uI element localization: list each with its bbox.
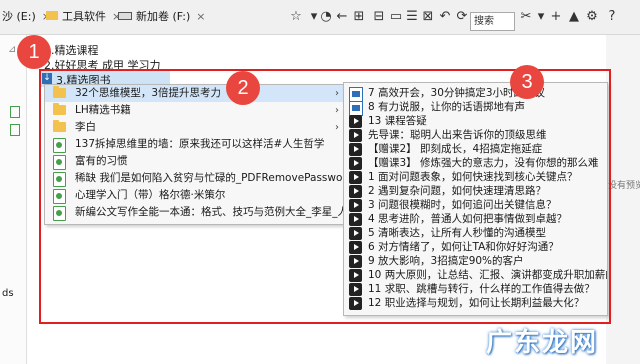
file-icon	[10, 124, 20, 136]
clock-icon[interactable]: ◔	[318, 9, 334, 25]
up-icon[interactable]: ▲	[566, 9, 582, 25]
tab-bar: 沙 (E:)× 工具软件× 新加卷 (F:)× ☆ ▾ ◔ ← ⊞ ⊟ ▭ ☰ …	[0, 0, 640, 35]
undo-icon[interactable]: ↶	[437, 9, 453, 25]
grid-view-icon[interactable]: ⊞	[351, 9, 367, 25]
tab-drive-e-label: 沙 (E:)	[2, 10, 36, 23]
back-icon[interactable]: ←	[334, 9, 350, 25]
left-panel: ds	[0, 35, 27, 364]
close-box-icon[interactable]: ⊠	[420, 9, 436, 25]
star-icon[interactable]: ☆	[288, 9, 304, 25]
folder-icon	[46, 11, 58, 20]
plus-icon[interactable]: +	[548, 9, 564, 25]
list-icon[interactable]: ☰	[404, 9, 420, 25]
help-icon[interactable]: ?	[604, 9, 620, 25]
annotation-badge-1: 1	[17, 35, 51, 69]
annotation-red-box	[39, 69, 611, 324]
tab-tools[interactable]: 工具软件 ×	[46, 7, 121, 27]
tree-item-courses[interactable]: 1.精选课程	[44, 42, 99, 58]
tab-drive-f[interactable]: 新加卷 (F:) ×	[118, 7, 205, 27]
watermark: 广东龙网	[486, 328, 599, 358]
pin-icon: ⊿	[8, 44, 17, 55]
tab-tools-label: 工具软件	[62, 10, 106, 23]
scissors-icon[interactable]: ✂	[518, 9, 534, 25]
layout-icon[interactable]: ⊟	[371, 9, 387, 25]
panel-icon[interactable]: ▭	[388, 9, 404, 25]
dropdown-arrow-icon[interactable]: ▾	[533, 9, 549, 25]
refresh-icon[interactable]: ⟳	[454, 9, 470, 25]
annotation-badge-3: 3	[510, 65, 544, 99]
annotation-badge-2: 2	[226, 71, 260, 105]
drive-icon	[118, 12, 132, 20]
close-icon[interactable]: ×	[196, 10, 205, 23]
search-input[interactable]: 搜索	[470, 12, 515, 31]
file-icon	[10, 106, 20, 118]
preview-pane: 没有预览	[606, 35, 640, 364]
left-panel-text: ds	[2, 288, 14, 299]
preview-pane-text: 没有预览	[608, 181, 640, 191]
tab-drive-e[interactable]: 沙 (E:)×	[2, 7, 51, 27]
tab-drive-f-label: 新加卷 (F:)	[136, 10, 191, 23]
gear-icon[interactable]: ⚙	[584, 9, 600, 25]
